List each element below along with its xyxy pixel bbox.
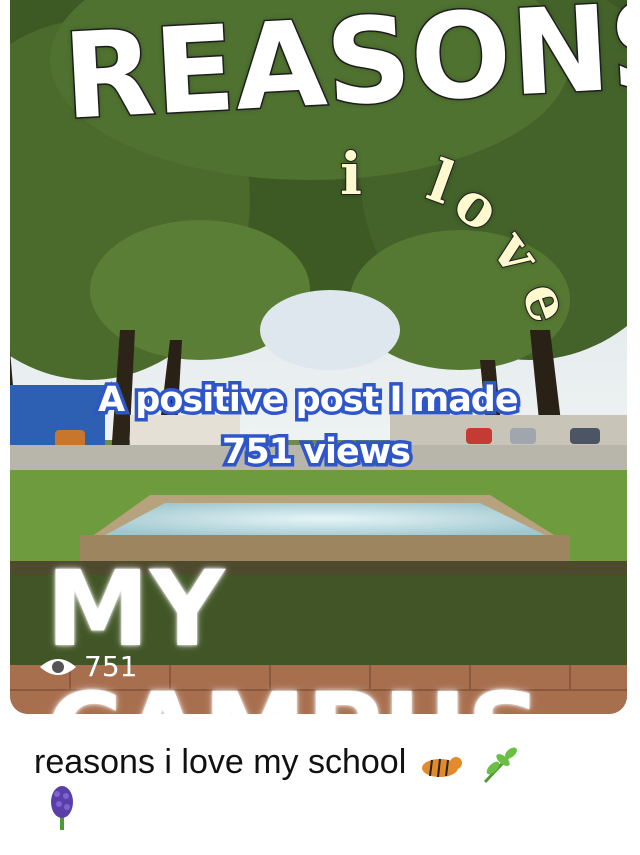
post-image-card[interactable]: REASONS i l o v e love A positive post I… xyxy=(10,0,627,714)
overlay-text-line2: 751 views xyxy=(219,429,415,476)
tiger-icon xyxy=(416,749,464,779)
view-count: 751 xyxy=(84,650,138,683)
caption-text: reasons i love my school xyxy=(34,743,407,781)
title-love-e: e xyxy=(507,272,586,332)
title-my-campus: MY CAMPUS xyxy=(46,548,542,714)
view-counter: 751 xyxy=(38,650,137,683)
overlay-text-line1: A positive post I made xyxy=(95,377,523,424)
eye-icon xyxy=(40,658,76,675)
title-i: i xyxy=(339,139,363,209)
hyacinth-icon xyxy=(42,784,82,832)
title-love: l o v e love xyxy=(418,145,620,348)
herb-icon xyxy=(479,744,523,784)
post-caption: reasons i love my school xyxy=(34,740,523,832)
title-love-v: v xyxy=(478,218,555,287)
